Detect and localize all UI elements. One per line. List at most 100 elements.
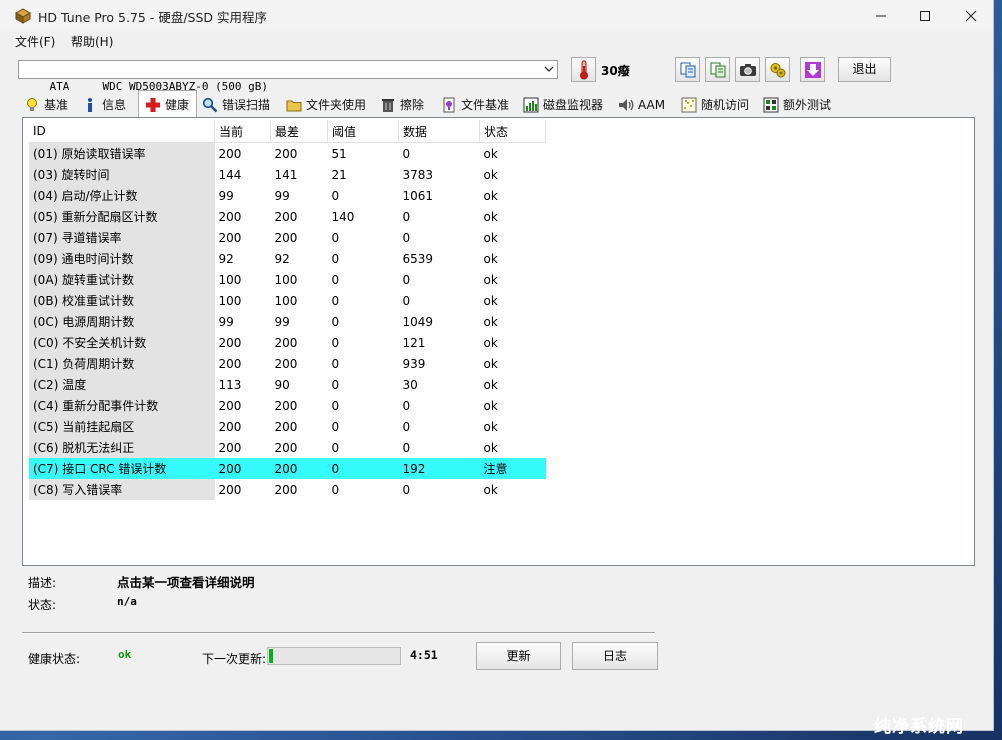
cell-current: 99 xyxy=(218,314,234,329)
column-header-data[interactable]: 数据 xyxy=(398,120,480,143)
cell-id: (0A) 旋转重试计数 xyxy=(29,269,215,290)
copy-info-button[interactable] xyxy=(675,57,700,82)
temperature-button[interactable] xyxy=(571,57,596,82)
menu-help[interactable]: 帮助(H) xyxy=(69,33,115,50)
cell-id: (0B) 校准重试计数 xyxy=(29,290,215,311)
cell-status: ok xyxy=(483,314,498,329)
cell-data: 0 xyxy=(402,146,411,161)
tab-erase-label: 擦除 xyxy=(400,98,425,112)
thermometer-icon xyxy=(579,60,588,79)
tab-health-label: 健康 xyxy=(165,98,190,112)
column-header-id[interactable]: ID xyxy=(29,120,215,143)
column-header-current[interactable]: 当前 xyxy=(214,120,271,143)
cell-id: (C6) 脱机无法纠正 xyxy=(29,437,215,458)
table-row[interactable]: (09) 通电时间计数 92 92 0 6539 ok xyxy=(29,248,546,269)
folder-icon xyxy=(286,100,302,111)
drive-select[interactable]: ATA WDC WD5003ABYZ-0 (500 gB) xyxy=(18,60,558,93)
cell-data: 0 xyxy=(402,230,411,245)
cell-status: ok xyxy=(483,398,498,413)
table-row[interactable]: (0A) 旋转重试计数 100 100 0 0 ok xyxy=(29,269,546,290)
speaker-icon xyxy=(619,98,634,111)
maximize-button[interactable] xyxy=(902,0,948,31)
tab-aam[interactable]: AAM xyxy=(618,92,665,117)
tab-extra-tests[interactable]: 额外测试 xyxy=(763,92,831,117)
cell-worst: 100 xyxy=(274,272,298,287)
table-row[interactable]: (C6) 脱机无法纠正 200 200 0 0 ok xyxy=(29,437,546,458)
log-button[interactable]: 日志 xyxy=(572,642,658,670)
screenshot-button[interactable] xyxy=(735,57,760,82)
status-value: n/a xyxy=(117,595,137,608)
tab-folder-usage[interactable]: 文件夹使用 xyxy=(286,92,366,117)
tab-file-benchmark[interactable]: 文件基准 xyxy=(441,92,509,117)
cell-data: 0 xyxy=(402,272,411,287)
table-row[interactable]: (03) 旋转时间 144 141 21 3783 ok xyxy=(29,164,546,185)
maximize-icon xyxy=(920,10,930,21)
tab-info[interactable]: 信息 xyxy=(82,92,126,117)
table-row[interactable]: (C0) 不安全关机计数 200 200 0 121 ok xyxy=(29,332,546,353)
cell-current: 200 xyxy=(218,440,242,455)
download-arrow-icon xyxy=(804,61,821,78)
menu-file[interactable]: 文件(F) xyxy=(13,33,57,50)
table-header-row: ID 当前 最差 阈值 数据 状态 xyxy=(29,120,546,143)
table-row[interactable]: (04) 启动/停止计数 99 99 0 1061 ok xyxy=(29,185,546,206)
cell-worst: 200 xyxy=(274,398,298,413)
column-header-status[interactable]: 状态 xyxy=(479,120,546,143)
options-button[interactable] xyxy=(765,57,790,82)
cell-id: (04) 启动/停止计数 xyxy=(29,185,215,206)
smart-table: ID 当前 最差 阈值 数据 状态 (01) 原始读取错误率 200 200 51 0 o… xyxy=(29,120,546,500)
tab-disk-monitor-label: 磁盘监视器 xyxy=(543,98,604,112)
tab-health[interactable]: 健康 xyxy=(138,90,197,118)
table-row[interactable]: (C8) 写入错误率 200 200 0 0 ok xyxy=(29,479,546,500)
tab-benchmark[interactable]: 基准 xyxy=(24,92,68,117)
cell-data: 1049 xyxy=(402,314,434,329)
table-row[interactable]: (0C) 电源周期计数 99 99 0 1049 ok xyxy=(29,311,546,332)
refresh-button[interactable]: 更新 xyxy=(476,642,561,670)
cell-status: ok xyxy=(483,167,498,182)
cell-data: 30 xyxy=(402,377,418,392)
table-row[interactable]: (07) 寻道错误率 200 200 0 0 ok xyxy=(29,227,546,248)
column-header-threshold[interactable]: 阈值 xyxy=(327,120,399,143)
table-row[interactable]: (01) 原始读取错误率 200 200 51 0 ok xyxy=(29,142,546,164)
cell-current: 200 xyxy=(218,146,242,161)
table-row[interactable]: (C2) 温度 113 90 0 30 ok xyxy=(29,374,546,395)
cell-status: ok xyxy=(483,209,498,224)
cell-id: (C1) 负荷周期计数 xyxy=(29,353,215,374)
cell-worst: 200 xyxy=(274,419,298,434)
cell-current: 200 xyxy=(218,335,242,350)
cell-id: (C7) 接口 CRC 错误计数 xyxy=(29,458,215,479)
table-row[interactable]: (C1) 负荷周期计数 200 200 0 939 ok xyxy=(29,353,546,374)
cell-threshold: 0 xyxy=(331,377,340,392)
cell-id: (C5) 当前挂起扇区 xyxy=(29,416,215,437)
tab-error-scan[interactable]: 错误扫描 xyxy=(202,92,270,117)
title-bar[interactable]: HD Tune Pro 5.75 - 硬盘/SSD 实用程序 xyxy=(0,0,993,31)
minimize-button[interactable] xyxy=(858,0,904,31)
cell-status: ok xyxy=(483,482,498,497)
close-button[interactable] xyxy=(948,0,994,31)
tab-disk-monitor[interactable]: 磁盘监视器 xyxy=(523,92,603,117)
trash-icon xyxy=(382,98,394,112)
cell-worst: 100 xyxy=(274,293,298,308)
table-row[interactable]: (0B) 校准重试计数 100 100 0 0 ok xyxy=(29,290,546,311)
table-row[interactable]: (05) 重新分配扇区计数 200 200 140 0 ok xyxy=(29,206,546,227)
tab-random-access[interactable]: 随机访问 xyxy=(681,92,749,117)
exit-button[interactable]: 退出 xyxy=(838,57,891,82)
table-row[interactable]: (C7) 接口 CRC 错误计数 200 200 0 192 注意 xyxy=(29,458,546,479)
smart-table-body: (01) 原始读取错误率 200 200 51 0 ok (03) 旋转时间 144 141 21… xyxy=(29,142,546,500)
window-title: HD Tune Pro 5.75 - 硬盘/SSD 实用程序 xyxy=(38,10,268,25)
tab-erase[interactable]: 擦除 xyxy=(380,92,424,117)
table-row[interactable]: (C4) 重新分配事件计数 200 200 0 0 ok xyxy=(29,395,546,416)
cell-worst: 200 xyxy=(274,482,298,497)
cell-data: 0 xyxy=(402,482,411,497)
cell-worst: 99 xyxy=(274,188,290,203)
watermark-text: 纯净系统网 xyxy=(874,717,964,737)
divider xyxy=(22,632,655,634)
description-label: 描述: xyxy=(28,576,57,590)
cell-data: 939 xyxy=(402,356,426,371)
cell-current: 200 xyxy=(218,356,242,371)
cell-current: 200 xyxy=(218,209,242,224)
table-row[interactable]: (C5) 当前挂起扇区 200 200 0 0 ok xyxy=(29,416,546,437)
copy-all-button[interactable] xyxy=(705,57,730,82)
cell-id: (0C) 电源周期计数 xyxy=(29,311,215,332)
column-header-worst[interactable]: 最差 xyxy=(270,120,328,143)
save-button[interactable] xyxy=(800,57,825,82)
